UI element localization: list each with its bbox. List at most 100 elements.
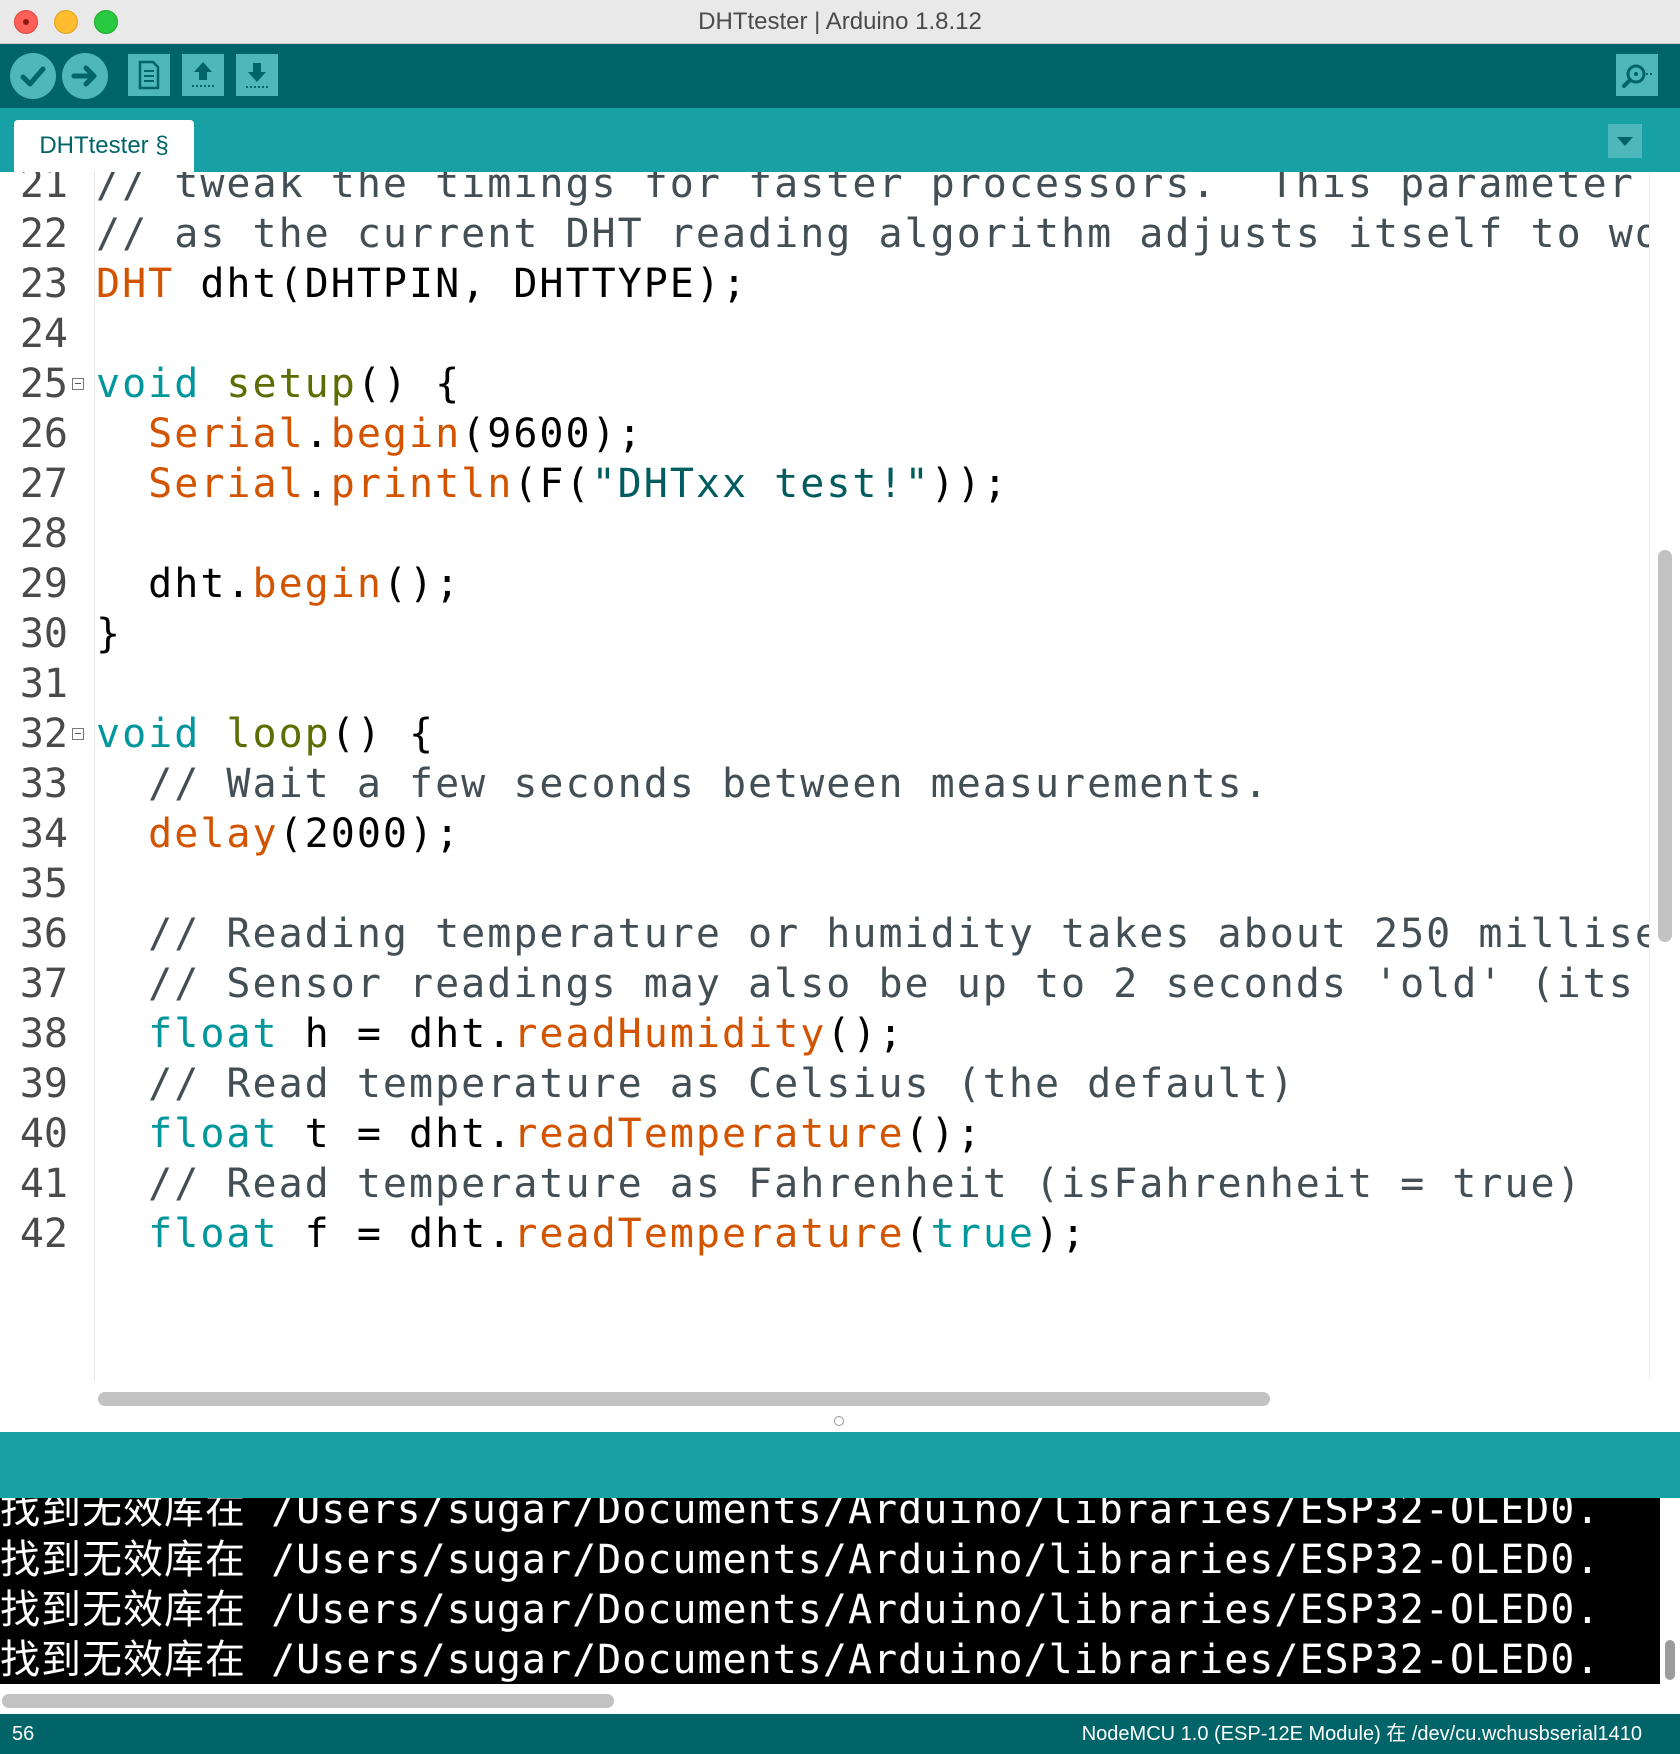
code-token: // Reading temperature or humidity takes… [96,911,1661,957]
code-token: (F( [513,461,592,507]
line-number: 42 [19,1211,68,1257]
chevron-down-icon [1617,137,1633,146]
code-text: float f = dht.readTemperature(true); [96,1206,1087,1262]
code-token: dht(DHTPIN, DHTTYPE); [174,261,749,307]
fold-toggle-icon[interactable] [72,728,84,740]
window-title: DHTtester | Arduino 1.8.12 [698,8,982,35]
arduino-ide-window: DHTtester | Arduino 1.8.12 DHTtester § 2… [0,0,1680,1754]
console-output[interactable]: 找到无效库在 /Users/sugar/Documents/Arduino/li… [0,1498,1680,1714]
code-text: // Reading temperature or humidity takes… [96,906,1661,962]
line-number: 31 [19,661,68,707]
code-token: Serial [148,461,305,507]
message-bar [0,1432,1680,1498]
code-line: 39 // Read temperature as Celsius (the d… [0,1056,1680,1112]
code-line: 23 DHT dht(DHTPIN, DHTTYPE); [0,256,1680,312]
code-text: delay(2000); [96,806,461,862]
code-token: // Sensor readings may also be up to 2 s… [96,961,1635,1007]
check-icon [20,66,46,87]
line-number: 30 [19,611,68,657]
code-token: readTemperature [513,1211,905,1257]
tab-menu-button[interactable] [1608,124,1642,158]
splitter-handle[interactable] [834,1416,844,1426]
code-line: 37 // Sensor readings may also be up to … [0,956,1680,1012]
console-horizontal-scroll-thumb[interactable] [2,1694,614,1708]
code-token: begin [252,561,383,607]
code-token: loop [226,711,331,757]
console-vertical-scrollbar[interactable] [1660,1498,1680,1684]
code-token: // Read temperature as Celsius (the defa… [96,1061,1296,1107]
editor-vertical-scroll-thumb[interactable] [1658,550,1672,942]
line-number: 40 [19,1111,68,1157]
code-line: 29 dht.begin(); [0,556,1680,612]
tab-dhttester[interactable]: DHTtester § [14,120,194,172]
code-text: dht.begin(); [96,556,461,612]
code-token: true [930,1211,1035,1257]
code-token: )); [930,461,1009,507]
verify-button[interactable] [10,53,56,99]
code-line: 42 float f = dht.readTemperature(true); [0,1206,1680,1262]
code-text: float t = dht.readTemperature(); [96,1106,983,1162]
code-text: // Read temperature as Fahrenheit (isFah… [96,1156,1583,1212]
code-token: (2000); [278,811,462,857]
line-number: 22 [19,211,68,257]
line-number: 25 [19,361,68,407]
code-token: // as the current DHT reading algorithm … [96,211,1661,257]
code-line: 33 // Wait a few seconds between measure… [0,756,1680,812]
code-line: 22 // as the current DHT reading algorith… [0,206,1680,262]
code-text: // Wait a few seconds between measuremen… [96,756,1270,812]
fold-toggle-icon[interactable] [72,378,84,390]
code-token: begin [330,411,462,457]
code-token: ); [1035,1211,1088,1257]
code-text: DHT dht(DHTPIN, DHTTYPE); [96,256,748,312]
code-token: Serial [148,411,305,457]
code-token: readHumidity [513,1011,827,1057]
code-token: (9600); [461,411,644,457]
code-line: 35 [0,856,1680,912]
serial-monitor-button[interactable] [1616,54,1658,96]
code-token: h = dht. [278,1011,514,1057]
open-upload-icon [192,62,214,87]
code-token: float [148,1111,279,1157]
code-token: "DHTxx test!" [591,461,931,507]
code-text: void setup() { [96,356,461,412]
editor-horizontal-scroll-thumb[interactable] [98,1392,1270,1406]
code-token: // Read temperature as Fahrenheit (isFah… [96,1161,1583,1207]
editor-vertical-scrollbar[interactable] [1649,172,1680,1380]
code-line: 27 Serial.println(F("DHTxx test!")); [0,456,1680,512]
console-horizontal-scrollbar[interactable] [0,1684,1680,1714]
console-vertical-scroll-thumb[interactable] [1665,1640,1675,1680]
code-text: Serial.println(F("DHTxx test!")); [96,456,1009,512]
upload-button[interactable] [62,53,108,99]
code-token: () { [356,361,462,407]
code-line: 41 // Read temperature as Fahrenheit (is… [0,1156,1680,1212]
code-token: } [96,611,123,657]
code-token: f = dht. [278,1211,514,1257]
code-token: (); [382,561,462,607]
open-button[interactable] [182,54,224,96]
code-text: // Sensor readings may also be up to 2 s… [96,956,1635,1012]
code-text: } [96,606,122,662]
code-line: 25 void setup() { [0,356,1680,412]
code-editor[interactable]: 21// tweak the timings for faster proces… [0,172,1680,1380]
code-text: void loop() { [96,706,435,762]
code-token: t = dht. [278,1111,514,1157]
code-token: () { [330,711,436,757]
code-token: float [148,1211,279,1257]
save-button[interactable] [236,54,278,96]
code-line: 40 float t = dht.readTemperature(); [0,1106,1680,1162]
line-number: 32 [19,711,68,757]
line-number: 23 [19,261,68,307]
line-number: 37 [19,961,68,1007]
status-line-number: 56 [12,1723,35,1745]
status-bar: 56 NodeMCU 1.0 (ESP-12E Module) 在 /dev/c… [0,1714,1680,1754]
new-sketch-button[interactable] [128,54,170,96]
code-token: readTemperature [513,1111,905,1157]
line-number: 38 [19,1011,68,1057]
tab-strip: DHTtester § [0,108,1680,172]
